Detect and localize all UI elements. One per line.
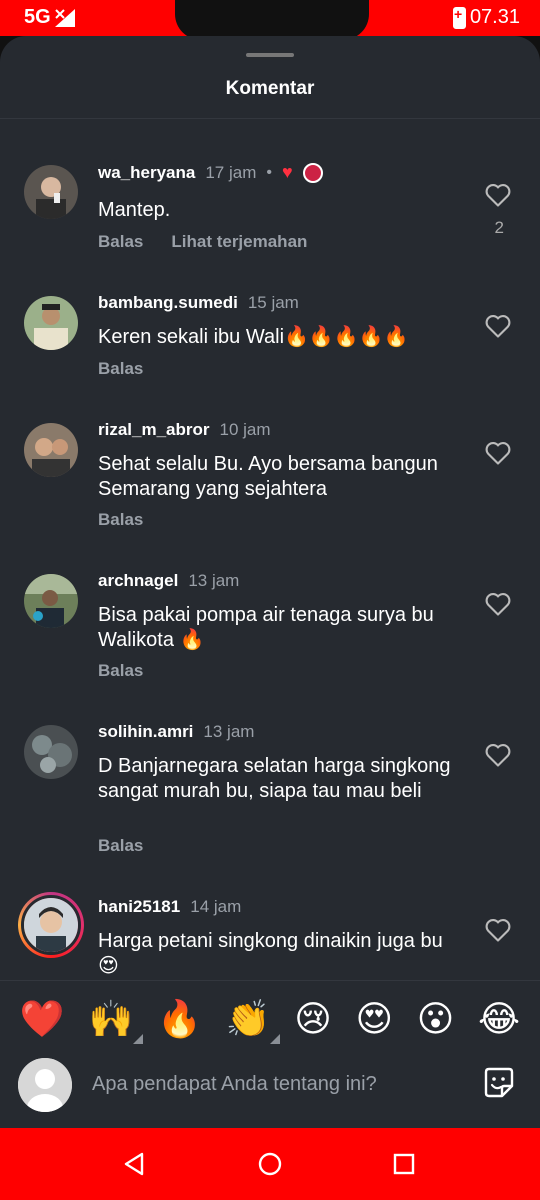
camera-notch — [175, 0, 369, 40]
username[interactable]: wa_heryana — [98, 163, 195, 183]
like-heart-icon[interactable] — [484, 742, 512, 773]
recents-icon[interactable] — [390, 1150, 418, 1178]
timestamp: 17 jam — [205, 162, 257, 182]
emoji-fire[interactable]: 🔥 — [157, 998, 202, 1040]
comment-text: Sehat selalu Bu. Ayo bersama bangun Sema… — [98, 453, 438, 500]
timestamp: 13 jam — [188, 571, 240, 590]
drag-handle[interactable] — [246, 53, 294, 57]
like-heart-icon[interactable] — [484, 313, 512, 344]
comment-meta: wa_heryana 17 jam • ♥ — [98, 162, 323, 183]
comment-actions: Balas — [98, 661, 143, 681]
comment-input[interactable] — [92, 1070, 452, 1098]
avatar[interactable] — [24, 423, 78, 477]
emoji-raised-hands[interactable]: 🙌 — [88, 998, 144, 1044]
reply-button[interactable]: Balas — [98, 232, 143, 252]
network-indicator: 5G — [24, 6, 77, 29]
comment-text: D Banjarnegara selatan harga singkong sa… — [98, 755, 451, 802]
comment-meta: archnagel 13 jam — [98, 571, 239, 591]
sticker-icon[interactable] — [480, 1064, 518, 1102]
comment-meta: rizal_m_abror 10 jam — [98, 420, 271, 440]
divider — [0, 118, 540, 119]
emoji-heart[interactable]: ❤️ — [20, 998, 65, 1040]
username[interactable]: rizal_m_abror — [98, 420, 210, 440]
username[interactable]: hani25181 — [98, 897, 180, 917]
reply-button[interactable]: Balas — [98, 836, 143, 856]
username[interactable]: bambang.sumedi — [98, 293, 238, 313]
clock: 07.31 — [469, 6, 520, 28]
emoji-laughing[interactable]: 😂 — [478, 998, 520, 1040]
reply-button[interactable]: Balas — [98, 661, 143, 681]
avatar[interactable] — [24, 165, 78, 219]
timestamp: 10 jam — [219, 420, 271, 439]
comment-actions: Balas — [98, 510, 143, 530]
like-heart-icon[interactable] — [484, 440, 512, 471]
username[interactable]: archnagel — [98, 571, 178, 591]
avatar[interactable] — [24, 574, 78, 628]
emoji-clapping[interactable]: 👏 — [226, 998, 281, 1044]
comment-text: Harga petani singkong dinaikin juga bu😍 — [98, 930, 443, 977]
back-icon[interactable] — [120, 1150, 148, 1178]
creator-like-heart-icon: ♥ — [281, 162, 293, 182]
home-icon[interactable] — [256, 1150, 284, 1178]
comment-text: Bisa pakai pompa air tenaga surya bu Wal… — [98, 604, 434, 651]
reply-button[interactable]: Balas — [98, 359, 143, 379]
timestamp: 13 jam — [203, 722, 255, 741]
avatar[interactable] — [24, 725, 78, 779]
emoji-crying[interactable]: 😢 — [294, 998, 332, 1040]
avatar-story-ring[interactable] — [18, 892, 84, 958]
comment-text: Keren sekali ibu Wali🔥🔥🔥🔥🔥 — [98, 326, 409, 348]
like-count: 2 — [494, 218, 504, 237]
emoji-heart-eyes[interactable]: 😍 — [355, 998, 393, 1040]
username[interactable]: solihin.amri — [98, 722, 193, 742]
reply-button[interactable]: Balas — [98, 510, 143, 530]
comment-text: Mantep. — [98, 199, 171, 221]
signal-icon — [54, 8, 75, 27]
comment-actions: Balas — [98, 359, 143, 379]
comment-meta: hani25181 14 jam — [98, 897, 241, 917]
comment-meta: solihin.amri 13 jam — [98, 722, 254, 742]
battery-icon — [452, 6, 466, 29]
network-label: 5G — [24, 6, 51, 28]
emoji-surprised[interactable]: 😮 — [417, 998, 455, 1040]
comment-composer — [0, 1056, 540, 1128]
comment-actions: Balas Lihat terjemahan — [98, 232, 307, 252]
timestamp: 14 jam — [190, 897, 242, 916]
separator-dot: • — [266, 163, 272, 181]
timestamp: 15 jam — [247, 293, 299, 312]
status-right: 07.31 — [452, 6, 520, 29]
comments-sheet: Komentar wa_heryana 17 jam • ♥ Mantep. B… — [0, 36, 540, 1128]
translate-button[interactable]: Lihat terjemahan — [171, 232, 307, 252]
user-avatar-icon — [18, 1058, 72, 1112]
creator-avatar — [302, 162, 323, 183]
comment-meta: bambang.sumedi 15 jam — [98, 293, 299, 313]
like-heart-icon[interactable] — [484, 182, 512, 213]
system-nav-bar — [0, 1128, 540, 1200]
like-heart-icon[interactable] — [484, 591, 512, 622]
sheet-title: Komentar — [225, 78, 315, 99]
emoji-reaction-bar: ❤️ 🙌 🔥 👏 😢 😍 😮 😂 — [0, 980, 540, 1056]
like-heart-icon[interactable] — [484, 917, 512, 948]
comment-actions: Balas — [98, 836, 143, 856]
avatar — [21, 895, 81, 955]
avatar[interactable] — [24, 296, 78, 350]
